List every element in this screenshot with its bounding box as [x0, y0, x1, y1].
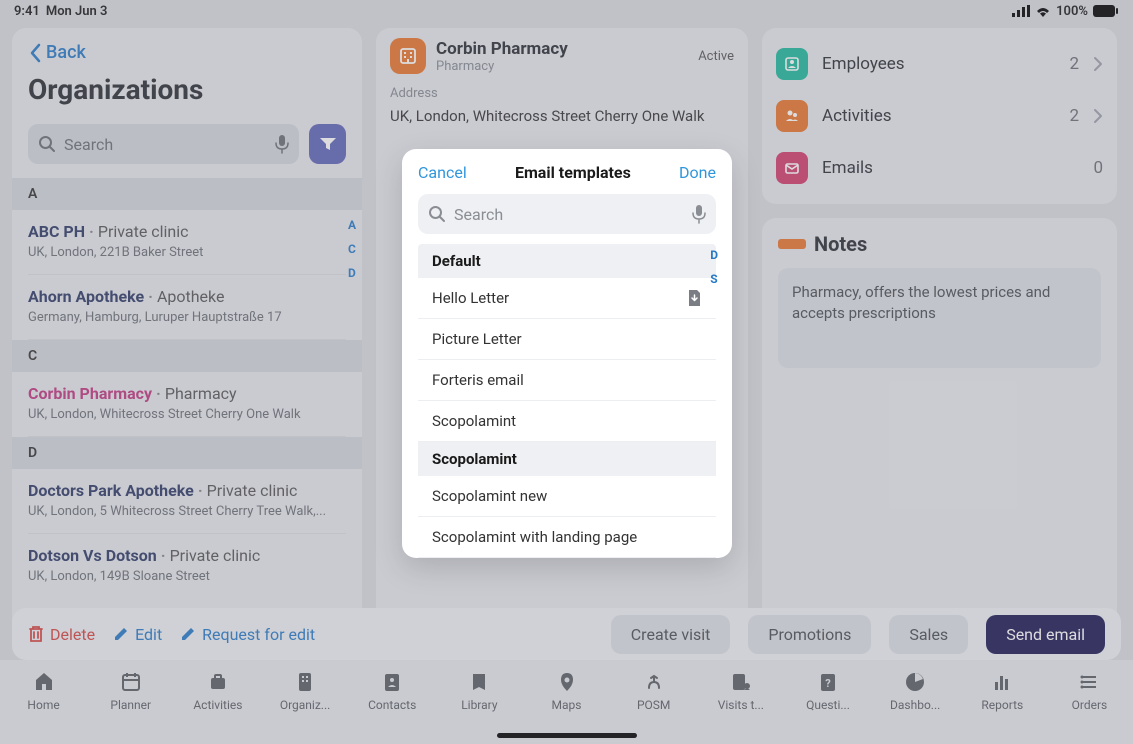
- done-button[interactable]: Done: [679, 163, 716, 182]
- template-row[interactable]: Scopolamint new: [418, 476, 716, 517]
- template-row[interactable]: Hello Letter: [418, 278, 716, 319]
- template-section-header: Default: [418, 244, 716, 278]
- mic-icon[interactable]: [692, 204, 706, 224]
- template-row[interactable]: Scopolamint: [418, 401, 716, 442]
- modal-alpha-item[interactable]: S: [710, 272, 718, 286]
- template-label: Hello Letter: [432, 289, 509, 307]
- template-label: Scopolamint with landing page: [432, 528, 637, 546]
- template-label: Scopolamint new: [432, 487, 547, 505]
- search-icon: [428, 205, 446, 223]
- template-row[interactable]: Scopolamint with landing page: [418, 517, 716, 558]
- modal-search-input[interactable]: [454, 205, 684, 224]
- modal-alpha-item[interactable]: D: [710, 248, 718, 262]
- modal-search-wrapper[interactable]: [418, 194, 716, 234]
- template-label: Picture Letter: [432, 330, 522, 348]
- template-row[interactable]: Picture Letter: [418, 319, 716, 360]
- modal-title: Email templates: [515, 163, 631, 182]
- cancel-button[interactable]: Cancel: [418, 163, 467, 182]
- template-label: Scopolamint: [432, 412, 516, 430]
- template-section-header: Scopolamint: [418, 442, 716, 476]
- modal-alpha-index[interactable]: D S: [710, 248, 718, 286]
- template-label: Forteris email: [432, 371, 524, 389]
- template-row[interactable]: Forteris email: [418, 360, 716, 401]
- download-icon[interactable]: [686, 289, 702, 307]
- email-templates-modal: Cancel Email templates Done Default Hello…: [402, 149, 732, 558]
